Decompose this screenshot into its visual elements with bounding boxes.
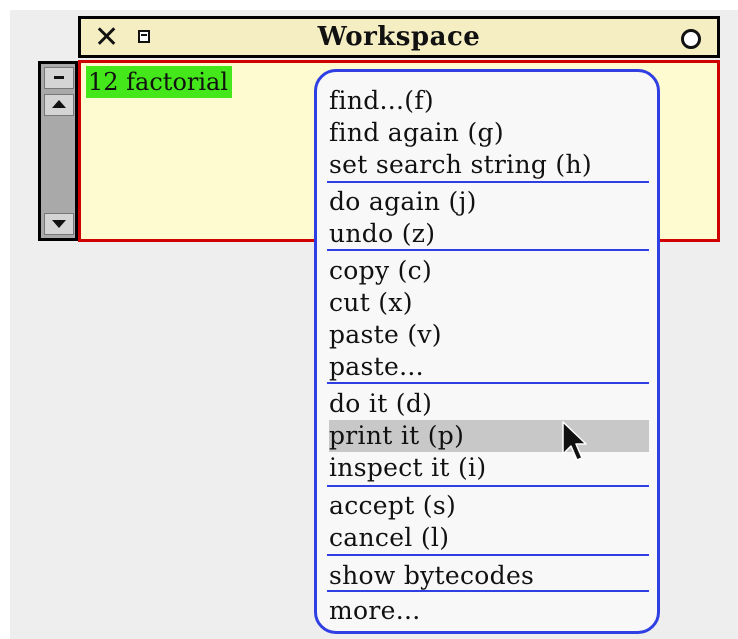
menu-item-cancel[interactable]: cancel (l): [329, 522, 649, 554]
menu-separator: [327, 554, 649, 556]
menu-separator: [327, 485, 649, 487]
selected-code-text[interactable]: 12 factorial: [86, 66, 233, 98]
menu-item-show-bytecodes[interactable]: show bytecodes: [329, 560, 649, 592]
menu-group-bytecodes: show bytecodes: [329, 560, 649, 592]
menu-item-do-again[interactable]: do again (j): [329, 186, 649, 218]
menu-separator: [327, 249, 649, 251]
menu-group-search: find...(f) find again (g) set search str…: [329, 85, 649, 181]
context-menu: find...(f) find again (g) set search str…: [314, 69, 660, 634]
workspace-titlebar[interactable]: ✕ Workspace: [78, 16, 720, 58]
menu-item-paste[interactable]: paste (v): [329, 319, 649, 351]
menu-separator: [327, 382, 649, 384]
workspace-scrollbar[interactable]: [38, 61, 78, 241]
menu-item-do-it[interactable]: do it (d): [329, 388, 649, 420]
menu-group-more: more...: [329, 595, 649, 627]
mouse-pointer-icon: [562, 421, 587, 461]
menu-item-find[interactable]: find...(f): [329, 85, 649, 117]
expand-icon[interactable]: [681, 29, 701, 49]
menu-separator: [327, 590, 649, 592]
menu-item-find-again[interactable]: find again (g): [329, 117, 649, 149]
menu-group-clipboard: copy (c) cut (x) paste (v) paste...: [329, 255, 649, 383]
scroll-up-icon[interactable]: [44, 94, 74, 116]
menu-group-undo: do again (j) undo (z): [329, 186, 649, 250]
menu-item-inspect-it[interactable]: inspect it (i): [329, 452, 649, 484]
menu-item-accept[interactable]: accept (s): [329, 490, 649, 522]
menu-item-undo[interactable]: undo (z): [329, 218, 649, 250]
window-title: Workspace: [317, 22, 481, 52]
menu-separator: [327, 181, 649, 183]
scroll-down-icon[interactable]: [44, 213, 74, 235]
menu-group-evaluate: do it (d) print it (p) inspect it (i): [329, 388, 649, 484]
menu-item-paste-more[interactable]: paste...: [329, 351, 649, 383]
menu-item-print-it[interactable]: print it (p): [329, 420, 649, 452]
scroll-menu-icon[interactable]: [44, 67, 74, 89]
menu-item-more[interactable]: more...: [329, 595, 649, 627]
menu-item-set-search-string[interactable]: set search string (h): [329, 149, 649, 181]
menu-item-copy[interactable]: copy (c): [329, 255, 649, 287]
menu-item-cut[interactable]: cut (x): [329, 287, 649, 319]
menu-group-accept: accept (s) cancel (l): [329, 490, 649, 554]
